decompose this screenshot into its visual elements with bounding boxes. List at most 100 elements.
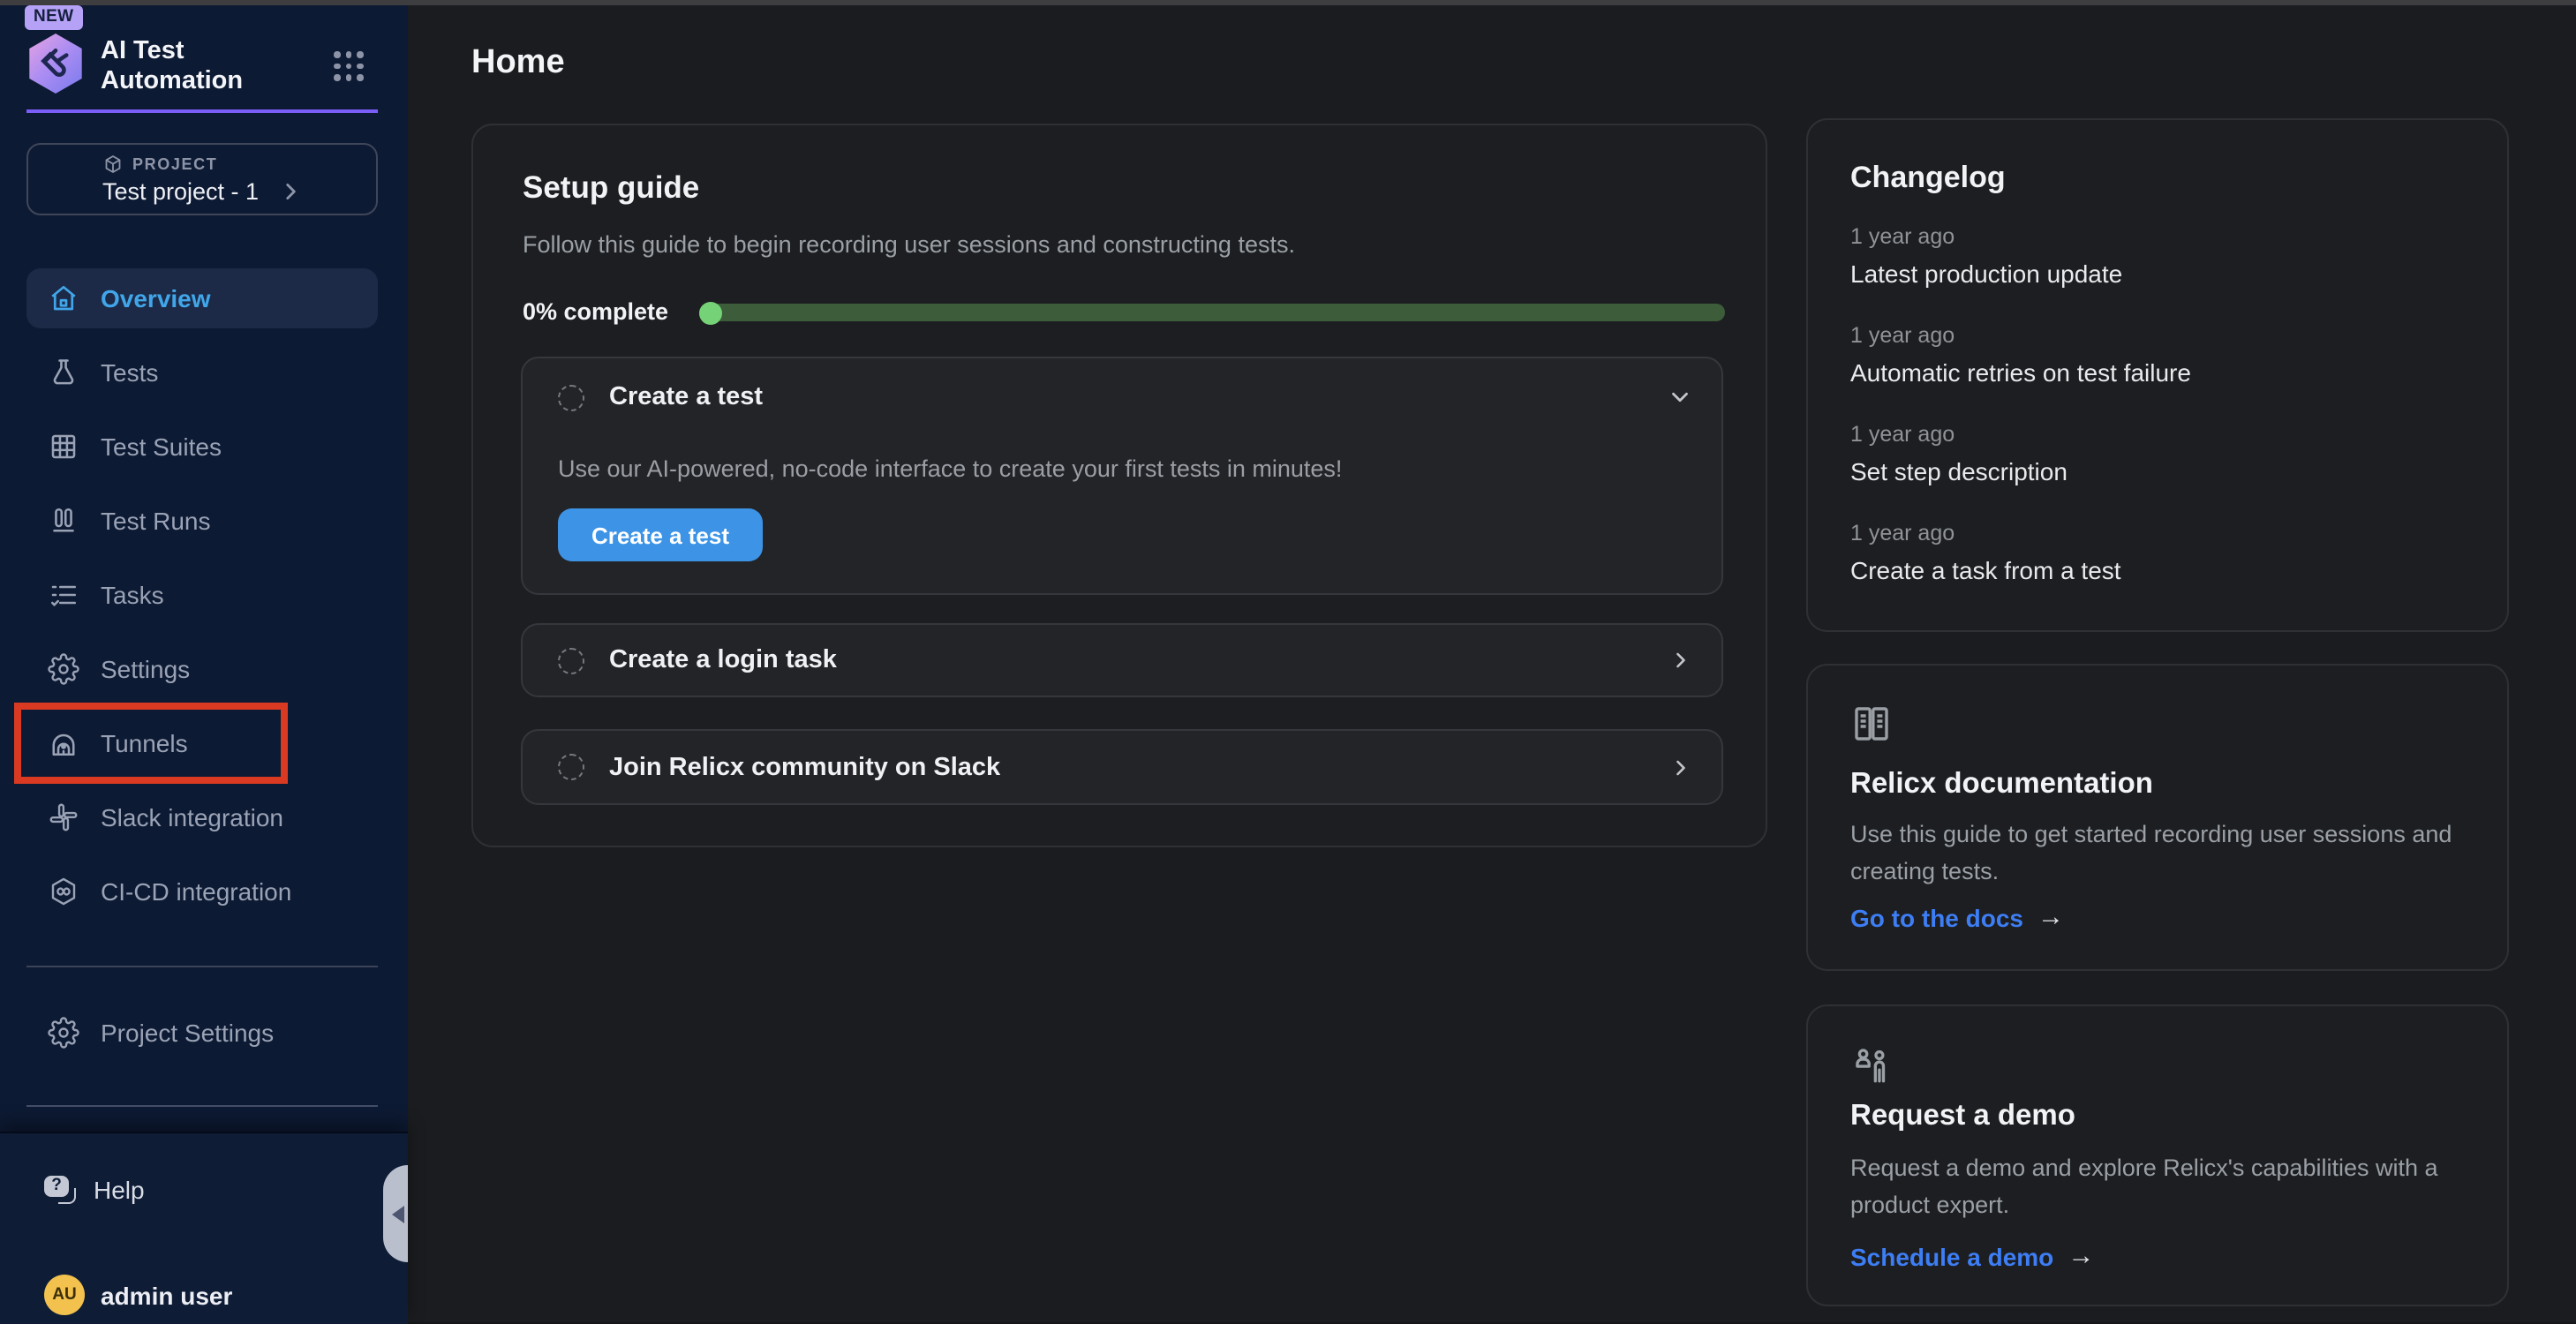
setup-guide-title: Setup guide (523, 169, 699, 207)
setup-guide-description: Follow this guide to begin recording use… (523, 231, 1295, 258)
home-icon (48, 282, 79, 314)
new-badge: NEW (25, 5, 82, 30)
link-label: Schedule a demo (1850, 1242, 2053, 1270)
step-create-login-task[interactable]: Create a login task (521, 623, 1723, 697)
documentation-title: Relicx documentation (1850, 768, 2153, 801)
top-strip (0, 0, 2576, 5)
gear-icon (48, 653, 79, 685)
documentation-card: Relicx documentation Use this guide to g… (1806, 664, 2509, 971)
entry-time: 1 year ago (1850, 519, 2191, 547)
sidebar-item-tasks[interactable]: Tasks (26, 565, 378, 625)
sidebar-item-label: Slack integration (101, 803, 283, 831)
changelog-card: Changelog 1 year ago Latest production u… (1806, 118, 2509, 632)
tunnel-icon (48, 727, 79, 759)
gear-icon (48, 1017, 79, 1049)
sidebar-item-label: Project Settings (101, 1019, 274, 1047)
user-menu[interactable]: AU admin user (44, 1275, 232, 1315)
sidebar-item-label: CI-CD integration (101, 877, 291, 906)
avatar: AU (44, 1275, 85, 1315)
setup-guide-card: Setup guide Follow this guide to begin r… (471, 124, 1767, 847)
arrow-right-icon: → (2037, 902, 2064, 932)
sidebar-item-label: Tests (101, 358, 158, 387)
documentation-description: Use this guide to get started recording … (1850, 816, 2475, 890)
sidebar-item-label: Settings (101, 655, 190, 683)
sidebar-item-overview[interactable]: Overview (26, 268, 378, 328)
progress-knob (699, 301, 722, 324)
cicd-hexagon-icon (48, 876, 79, 907)
entry-title: Latest production update (1850, 258, 2191, 290)
step-status-icon (558, 647, 584, 673)
people-icon (1850, 1043, 1894, 1087)
create-a-test-button[interactable]: Create a test (558, 508, 763, 561)
sidebar-item-label: Test Suites (101, 433, 222, 461)
project-name: Test project - 1 (102, 178, 259, 205)
step-status-icon (558, 754, 584, 780)
request-demo-description: Request a demo and explore Relicx's capa… (1850, 1149, 2475, 1223)
chevron-right-icon (1668, 648, 1693, 673)
entry-time: 1 year ago (1850, 321, 2191, 350)
step-title: Create a login task (609, 646, 837, 674)
chevron-down-icon[interactable] (1667, 384, 1693, 410)
changelog-entry[interactable]: 1 year ago Set step description (1850, 420, 2191, 487)
flask-icon (48, 357, 79, 388)
changelog-entry[interactable]: 1 year ago Automatic retries on test fai… (1850, 321, 2191, 388)
test-tube-icon (37, 46, 74, 83)
apps-grid-icon[interactable] (332, 49, 365, 83)
go-to-docs-link[interactable]: Go to the docs → (1850, 902, 2064, 932)
progress-bar (699, 304, 1725, 321)
sidebar-item-project-settings[interactable]: Project Settings (26, 1003, 378, 1063)
table-grid-icon (48, 431, 79, 463)
request-demo-title: Request a demo (1850, 1100, 2075, 1133)
step-create-a-test[interactable]: Create a test Use our AI-powered, no-cod… (521, 357, 1723, 595)
user-name: admin user (101, 1281, 232, 1309)
collapse-left-icon (392, 1205, 404, 1222)
sidebar-item-cicd-integration[interactable]: CI-CD integration (26, 861, 378, 922)
changelog-title: Changelog (1850, 161, 2006, 196)
step-status-icon (558, 384, 584, 410)
entry-time: 1 year ago (1850, 222, 2191, 251)
sidebar-item-test-suites[interactable]: Test Suites (26, 417, 378, 477)
step-join-slack-community[interactable]: Join Relicx community on Slack (521, 729, 1723, 805)
step-title: Join Relicx community on Slack (609, 753, 1000, 781)
progress-label: 0% complete (523, 298, 668, 325)
entry-title: Create a task from a test (1850, 554, 2191, 586)
changelog-entry[interactable]: 1 year ago Latest production update (1850, 222, 2191, 290)
app-window: NEW AI Test Automation PROJECT Test proj… (0, 0, 2576, 1322)
changelog-entry[interactable]: 1 year ago Create a task from a test (1850, 519, 2191, 586)
sidebar-item-label: Tasks (101, 581, 164, 609)
sidebar-item-label: Overview (101, 284, 211, 312)
schedule-demo-link[interactable]: Schedule a demo → (1850, 1241, 2094, 1271)
accent-divider (26, 109, 378, 113)
sidebar-item-settings[interactable]: Settings (26, 639, 378, 699)
sidebar-collapse-handle[interactable] (383, 1165, 408, 1262)
sidebar-item-label: Test Runs (101, 507, 211, 535)
list-icon (48, 579, 79, 611)
arrow-right-icon: → (2068, 1241, 2094, 1271)
entry-title: Automatic retries on test failure (1850, 357, 2191, 388)
help-label: Help (94, 1176, 145, 1204)
help-button[interactable]: ? Help (44, 1176, 145, 1204)
chevron-right-icon (278, 180, 301, 203)
step-description: Use our AI-powered, no-code interface to… (558, 455, 1342, 482)
sidebar-item-tests[interactable]: Tests (26, 342, 378, 402)
step-title: Create a test (609, 383, 763, 411)
sidebar-item-test-runs[interactable]: Test Runs (26, 491, 378, 551)
sidebar-item-tunnels[interactable]: Tunnels (26, 713, 378, 773)
request-demo-card: Request a demo Request a demo and explor… (1806, 1004, 2509, 1306)
sidebar: NEW AI Test Automation PROJECT Test proj… (0, 0, 408, 1322)
page-title: Home (471, 44, 565, 83)
help-chat-icon: ? (44, 1176, 76, 1204)
entry-time: 1 year ago (1850, 420, 2191, 448)
book-icon (1850, 703, 1893, 745)
project-selector[interactable]: PROJECT Test project - 1 (26, 143, 378, 215)
sidebar-item-slack-integration[interactable]: Slack integration (26, 787, 378, 847)
app-title: AI Test Automation (101, 37, 321, 95)
sidebar-divider (26, 966, 378, 967)
cube-icon (102, 154, 124, 175)
changelog-entries: 1 year ago Latest production update 1 ye… (1850, 222, 2191, 618)
project-label: PROJECT (132, 155, 217, 173)
sidebar-nav: Overview Tests Test Suites Test Runs Tas… (26, 268, 378, 922)
columns-icon (48, 505, 79, 537)
entry-title: Set step description (1850, 455, 2191, 487)
sidebar-item-label: Tunnels (101, 729, 188, 757)
